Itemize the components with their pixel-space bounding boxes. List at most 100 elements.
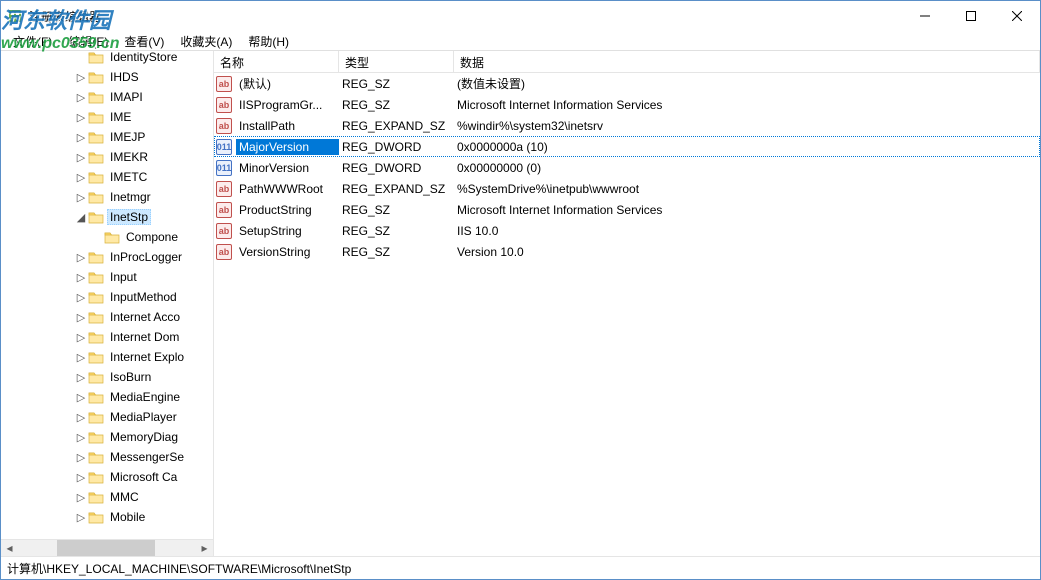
column-header-type[interactable]: 类型 bbox=[339, 51, 454, 72]
folder-icon bbox=[88, 290, 104, 304]
value-name: MajorVersion bbox=[236, 139, 339, 155]
scroll-right-arrow-icon[interactable]: ▸ bbox=[196, 540, 213, 557]
tree-item[interactable]: Compone bbox=[1, 227, 213, 247]
tree-item[interactable]: ▷MediaPlayer bbox=[1, 407, 213, 427]
list-body: ab(默认)REG_SZ(数值未设置)abIISProgramGr...REG_… bbox=[214, 73, 1040, 262]
list-row[interactable]: abPathWWWRootREG_EXPAND_SZ%SystemDrive%\… bbox=[214, 178, 1040, 199]
tree-item[interactable]: ▷IMETC bbox=[1, 167, 213, 187]
list-row[interactable]: abIISProgramGr...REG_SZMicrosoft Interne… bbox=[214, 94, 1040, 115]
folder-icon bbox=[88, 470, 104, 484]
menu-edit[interactable]: 编辑(E) bbox=[60, 31, 116, 50]
expand-toggle-icon[interactable]: ▷ bbox=[75, 491, 87, 504]
list-row[interactable]: 011MinorVersionREG_DWORD0x00000000 (0) bbox=[214, 157, 1040, 178]
scrollbar-track[interactable] bbox=[18, 540, 196, 557]
folder-icon bbox=[88, 130, 104, 144]
tree-item[interactable]: ▷ MMC bbox=[1, 487, 213, 507]
expand-toggle-icon[interactable]: ▷ bbox=[75, 371, 87, 384]
column-header-name[interactable]: 名称 bbox=[214, 51, 339, 72]
expand-toggle-icon[interactable]: ▷ bbox=[75, 351, 87, 364]
string-value-icon: ab bbox=[216, 76, 232, 92]
tree-item[interactable]: ▷ MemoryDiag bbox=[1, 427, 213, 447]
scroll-left-arrow-icon[interactable]: ◂ bbox=[1, 540, 18, 557]
value-name: MinorVersion bbox=[236, 160, 339, 176]
statusbar: 计算机\HKEY_LOCAL_MACHINE\SOFTWARE\Microsof… bbox=[1, 556, 1040, 578]
tree-item[interactable]: ▷ MediaEngine bbox=[1, 387, 213, 407]
expand-toggle-icon[interactable]: ▷ bbox=[75, 391, 87, 404]
tree-pane[interactable]: IdentityStore▷IHDS▷IMAPI▷IME▷IMEJP▷IMEKR… bbox=[1, 51, 214, 556]
tree-item[interactable]: ▷Microsoft Ca bbox=[1, 467, 213, 487]
value-data: %SystemDrive%\inetpub\wwwroot bbox=[454, 181, 1040, 197]
string-value-icon: ab bbox=[216, 202, 232, 218]
tree-item[interactable]: ▷IMEKR bbox=[1, 147, 213, 167]
expand-toggle-icon[interactable]: ▷ bbox=[75, 311, 87, 324]
list-row[interactable]: abSetupStringREG_SZIIS 10.0 bbox=[214, 220, 1040, 241]
menu-file[interactable]: 文件(F) bbox=[5, 31, 60, 50]
value-name: IISProgramGr... bbox=[236, 97, 339, 113]
regedit-icon bbox=[7, 8, 23, 24]
menu-favorites[interactable]: 收藏夹(A) bbox=[172, 31, 240, 50]
tree-item-label: MMC bbox=[107, 489, 142, 505]
expand-toggle-icon[interactable]: ▷ bbox=[75, 291, 87, 304]
tree-item-label: IME bbox=[107, 109, 134, 125]
list-row[interactable]: abVersionStringREG_SZVersion 10.0 bbox=[214, 241, 1040, 262]
tree-item[interactable]: ▷Mobile bbox=[1, 507, 213, 527]
tree-item[interactable]: ▷Internet Dom bbox=[1, 327, 213, 347]
expand-toggle-icon[interactable]: ▷ bbox=[75, 91, 87, 104]
expand-toggle-icon[interactable]: ▷ bbox=[75, 151, 87, 164]
dword-value-icon: 011 bbox=[216, 160, 232, 176]
maximize-button[interactable] bbox=[948, 1, 994, 31]
tree-item[interactable]: ▷IMEJP bbox=[1, 127, 213, 147]
expand-toggle-icon[interactable]: ▷ bbox=[75, 251, 87, 264]
tree-item[interactable]: ▷Internet Acco bbox=[1, 307, 213, 327]
close-button[interactable] bbox=[994, 1, 1040, 31]
menu-help[interactable]: 帮助(H) bbox=[240, 31, 297, 50]
list-row[interactable]: 011MajorVersionREG_DWORD0x0000000a (10) bbox=[214, 136, 1040, 157]
folder-icon bbox=[88, 150, 104, 164]
menu-view[interactable]: 查看(V) bbox=[116, 31, 172, 50]
tree-item[interactable]: ▷InProcLogger bbox=[1, 247, 213, 267]
column-header-data[interactable]: 数据 bbox=[454, 51, 1040, 72]
tree-item[interactable]: ▷Internet Explo bbox=[1, 347, 213, 367]
expand-toggle-icon[interactable]: ▷ bbox=[75, 191, 87, 204]
list-pane[interactable]: 名称 类型 数据 ab(默认)REG_SZ(数值未设置)abIISProgram… bbox=[214, 51, 1040, 556]
expand-toggle-icon[interactable]: ▷ bbox=[75, 451, 87, 464]
expand-toggle-icon[interactable]: ▷ bbox=[75, 411, 87, 424]
tree-item[interactable]: ◢InetStp bbox=[1, 207, 213, 227]
tree-item[interactable]: IdentityStore bbox=[1, 51, 213, 67]
value-type: REG_EXPAND_SZ bbox=[339, 118, 454, 134]
expand-toggle-icon[interactable]: ▷ bbox=[75, 111, 87, 124]
tree-item[interactable]: ▷ IsoBurn bbox=[1, 367, 213, 387]
value-type: REG_SZ bbox=[339, 76, 454, 92]
expand-toggle-icon[interactable]: ▷ bbox=[75, 331, 87, 344]
expand-toggle-icon[interactable]: ▷ bbox=[75, 71, 87, 84]
tree-horizontal-scrollbar[interactable]: ◂ ▸ bbox=[1, 539, 213, 556]
tree-item-label: MemoryDiag bbox=[107, 429, 181, 445]
tree-item[interactable]: ▷IHDS bbox=[1, 67, 213, 87]
folder-icon bbox=[88, 51, 104, 64]
tree-item[interactable]: ▷IMAPI bbox=[1, 87, 213, 107]
value-data: IIS 10.0 bbox=[454, 223, 1040, 239]
expand-toggle-icon[interactable]: ▷ bbox=[75, 131, 87, 144]
folder-icon bbox=[88, 270, 104, 284]
tree-item[interactable]: ▷InputMethod bbox=[1, 287, 213, 307]
value-type: REG_DWORD bbox=[339, 160, 454, 176]
list-row[interactable]: abInstallPathREG_EXPAND_SZ%windir%\syste… bbox=[214, 115, 1040, 136]
list-row[interactable]: ab(默认)REG_SZ(数值未设置) bbox=[214, 73, 1040, 94]
tree-item-label: Input bbox=[107, 269, 140, 285]
tree-item[interactable]: ▷MessengerSe bbox=[1, 447, 213, 467]
minimize-button[interactable] bbox=[902, 1, 948, 31]
tree-item[interactable]: ▷ Input bbox=[1, 267, 213, 287]
expand-toggle-icon[interactable]: ▷ bbox=[75, 271, 87, 284]
list-row[interactable]: abProductStringREG_SZMicrosoft Internet … bbox=[214, 199, 1040, 220]
expand-toggle-icon[interactable]: ◢ bbox=[75, 211, 87, 224]
expand-toggle-icon[interactable]: ▷ bbox=[75, 171, 87, 184]
tree-item[interactable]: ▷ IME bbox=[1, 107, 213, 127]
value-type: REG_SZ bbox=[339, 97, 454, 113]
tree-item[interactable]: ▷Inetmgr bbox=[1, 187, 213, 207]
expand-toggle-icon[interactable]: ▷ bbox=[75, 431, 87, 444]
tree-item-label: IsoBurn bbox=[107, 369, 154, 385]
scrollbar-thumb[interactable] bbox=[57, 540, 155, 557]
tree-item-label: MediaEngine bbox=[107, 389, 183, 405]
expand-toggle-icon[interactable]: ▷ bbox=[75, 511, 87, 524]
expand-toggle-icon[interactable]: ▷ bbox=[75, 471, 87, 484]
